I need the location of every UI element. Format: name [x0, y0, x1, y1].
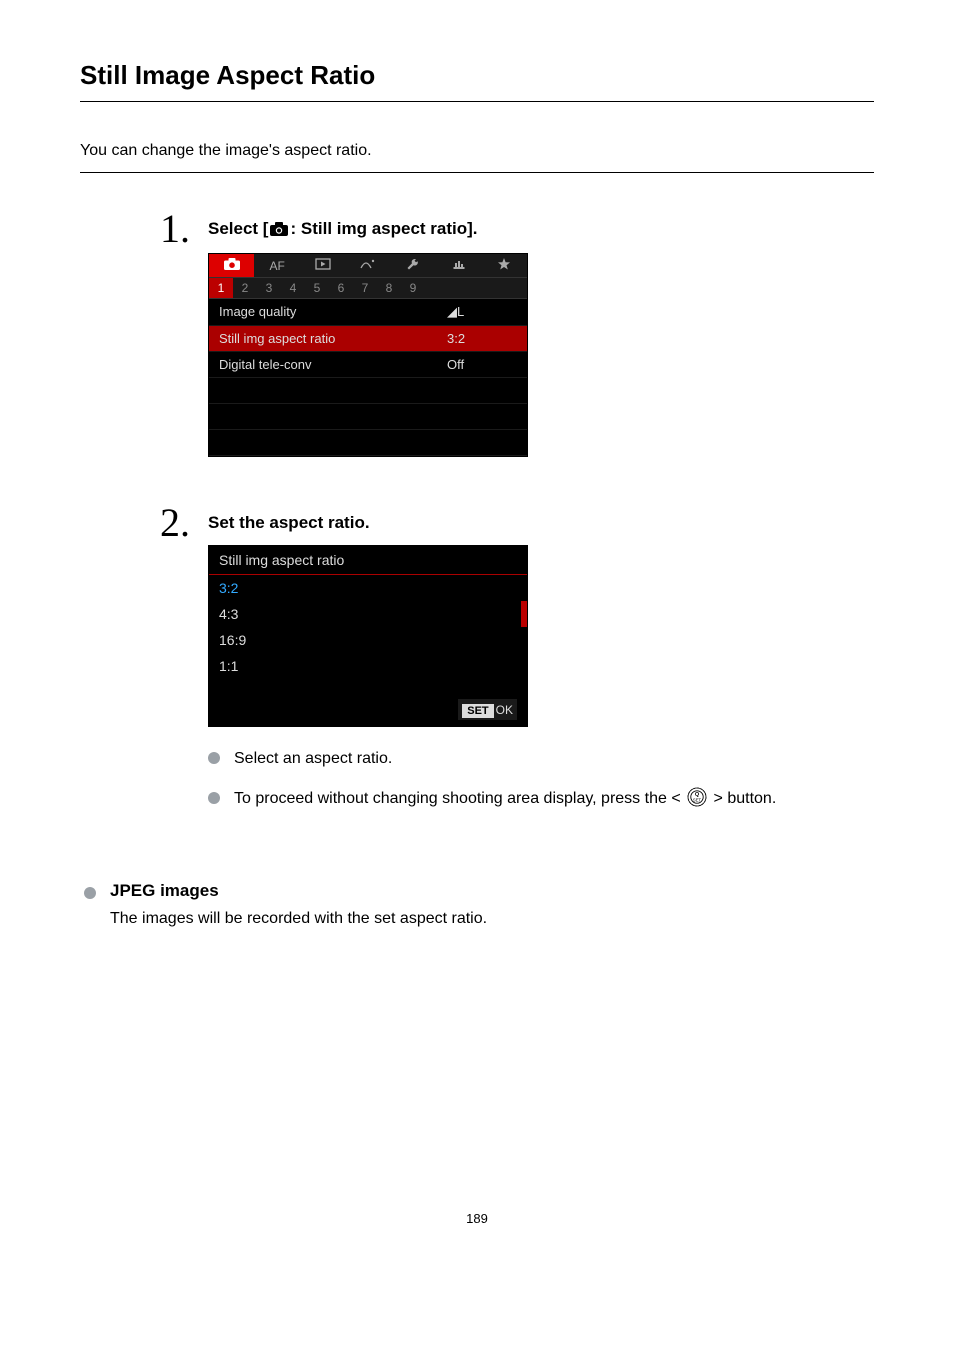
tab-playback[interactable] [300, 254, 345, 277]
signal-icon [360, 258, 376, 270]
ratio-option-16-9[interactable]: 16:9 [209, 627, 527, 653]
subtab-6[interactable]: 6 [329, 278, 353, 298]
step-2-bullets: Select an aspect ratio. To proceed witho… [208, 747, 874, 815]
subtab-8[interactable]: 8 [377, 278, 401, 298]
intro-text: You can change the image's aspect ratio. [80, 142, 874, 173]
bullet-select-ratio: Select an aspect ratio. [208, 747, 874, 771]
jpeg-body: The images will be recorded with the set… [110, 907, 874, 931]
set-ok-button[interactable]: SETOK [458, 699, 517, 720]
camera-icon [224, 258, 240, 270]
ratio-options: 3:2 4:3 16:9 1:1 [209, 575, 527, 679]
tab-custom[interactable] [436, 253, 481, 278]
camera-icon [270, 221, 288, 241]
tab-wireless[interactable] [345, 254, 390, 277]
ratio-option-4-3[interactable]: 4:3 [209, 601, 527, 627]
set-label: SET [462, 704, 493, 718]
custom-icon [452, 257, 466, 271]
subtab-2[interactable]: 2 [233, 278, 257, 298]
step-1-number: 1. [160, 209, 190, 453]
tab-mymenu[interactable] [482, 253, 527, 278]
page-title: Still Image Aspect Ratio [80, 60, 874, 102]
page-number: 189 [80, 1211, 874, 1226]
qset-button-icon: QSET [687, 787, 707, 815]
menu-row-empty [209, 404, 527, 430]
ratio-option-1-1[interactable]: 1:1 [209, 653, 527, 679]
subtab-7[interactable]: 7 [353, 278, 377, 298]
step-2-title: Set the aspect ratio. [208, 513, 874, 533]
ratio-footer: SETOK [209, 679, 527, 726]
wrench-icon [406, 257, 420, 271]
ratio-option-3-2[interactable]: 3:2 [209, 575, 527, 601]
menu-row-empty [209, 430, 527, 456]
ok-label: OK [496, 703, 513, 717]
star-icon [497, 257, 511, 271]
step-2: 2. Set the aspect ratio. Still img aspec… [160, 507, 874, 831]
subtab-4[interactable]: 4 [281, 278, 305, 298]
bullet-proceed: To proceed without changing shooting are… [208, 787, 874, 815]
tab-setup[interactable] [391, 253, 436, 278]
menu-row-aspect-ratio[interactable]: Still img aspect ratio 3:2 [209, 326, 527, 352]
step-1: 1. Select [: Still img aspect ratio]. AF… [160, 213, 874, 457]
bullet-dot-icon [208, 752, 220, 764]
playback-icon [315, 258, 331, 270]
menu-items: Image quality ◢L Still img aspect ratio … [209, 299, 527, 456]
bullet-dot-icon [208, 792, 220, 804]
ratio-screen-header: Still img aspect ratio [209, 546, 527, 575]
menu-subtabs: 1 2 3 4 5 6 7 8 9 [209, 278, 527, 299]
tab-shoot[interactable] [209, 254, 254, 277]
step-1-title: Select [: Still img aspect ratio]. [208, 219, 874, 241]
subtab-9[interactable]: 9 [401, 278, 425, 298]
menu-row-digital-teleconv[interactable]: Digital tele-conv Off [209, 352, 527, 378]
tab-af[interactable]: AF [254, 255, 299, 277]
jpeg-heading: JPEG images [110, 881, 874, 901]
menu-row-empty [209, 378, 527, 404]
jpeg-section: JPEG images The images will be recorded … [84, 881, 874, 931]
menu-row-image-quality[interactable]: Image quality ◢L [209, 299, 527, 326]
aspect-ratio-screen: Still img aspect ratio 3:2 4:3 16:9 1:1 … [208, 545, 528, 727]
svg-text:SET: SET [693, 797, 702, 802]
camera-menu-screen: AF 1 2 3 4 5 6 7 8 9 Image quality [208, 253, 528, 457]
subtab-1[interactable]: 1 [209, 278, 233, 298]
step-2-number: 2. [160, 503, 190, 827]
subtab-5[interactable]: 5 [305, 278, 329, 298]
subtab-3[interactable]: 3 [257, 278, 281, 298]
menu-top-tabs: AF [209, 254, 527, 278]
bullet-dot-icon [84, 887, 96, 899]
